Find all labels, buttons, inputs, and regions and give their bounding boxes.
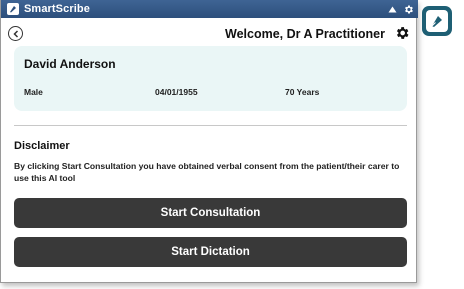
welcome-message: Welcome, Dr A Practitioner bbox=[225, 27, 385, 41]
back-arrow-icon bbox=[12, 29, 18, 38]
start-dictation-button[interactable]: Start Dictation bbox=[14, 237, 407, 267]
gear-icon[interactable] bbox=[394, 25, 410, 41]
window-titlebar[interactable]: SmartScribe bbox=[1, 0, 418, 18]
disclaimer-text: By clicking Start Consultation you have … bbox=[14, 161, 400, 183]
patient-age: 70 Years bbox=[285, 87, 320, 97]
pen-nib-icon bbox=[7, 3, 19, 15]
start-consultation-button[interactable]: Start Consultation bbox=[14, 198, 407, 228]
patient-gender: Male bbox=[24, 87, 43, 97]
smartscribe-window: SmartScribe Welcome, Dr A Practitioner D… bbox=[0, 0, 418, 283]
gear-icon[interactable] bbox=[402, 3, 414, 15]
divider bbox=[14, 125, 407, 126]
side-app-tile[interactable] bbox=[422, 6, 452, 36]
patient-card: David Anderson Male 04/01/1955 70 Years bbox=[14, 46, 407, 111]
disclaimer-title: Disclaimer bbox=[14, 140, 70, 152]
patient-name: David Anderson bbox=[24, 57, 116, 71]
patient-dob: 04/01/1955 bbox=[155, 87, 198, 97]
pen-nib-icon bbox=[426, 10, 448, 32]
window-title: SmartScribe bbox=[24, 3, 90, 15]
chevron-up-icon[interactable] bbox=[386, 3, 398, 15]
back-button[interactable] bbox=[8, 26, 23, 41]
